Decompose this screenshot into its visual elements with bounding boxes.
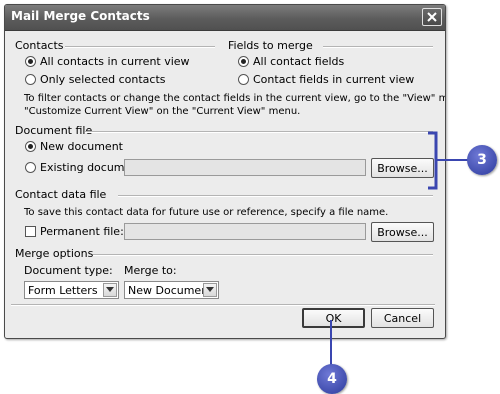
callout-step-4: 4 <box>317 364 347 394</box>
callout-lines <box>330 131 468 366</box>
callout-step-3: 3 <box>467 145 497 175</box>
